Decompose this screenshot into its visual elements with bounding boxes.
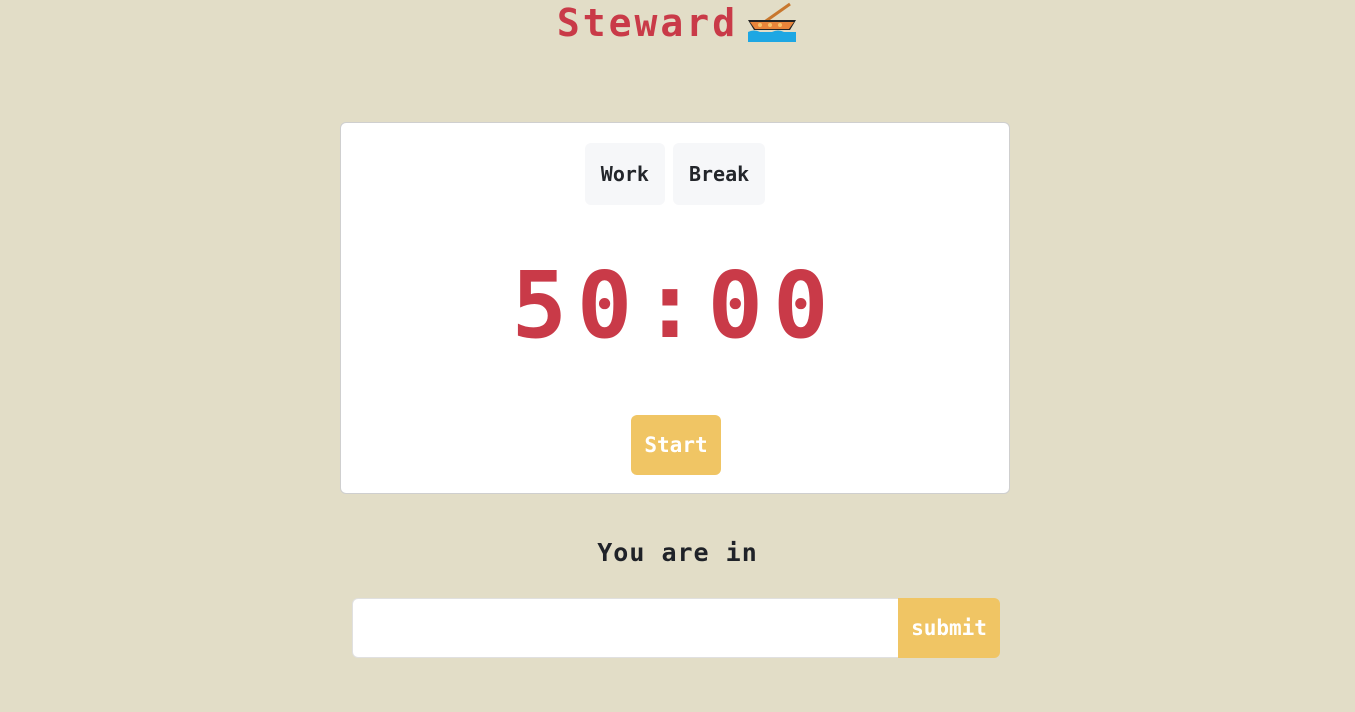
timer-display: 50:00 [511,252,839,359]
mode-tabs: Work Break [341,143,1009,205]
tab-break[interactable]: Break [672,143,766,205]
status-text: You are in [597,538,758,567]
timer-card: Work Break 50:00 Start [340,122,1010,494]
page: Steward Work Break 50:00 Start You are i… [0,0,1355,712]
rowboat-icon [746,2,798,42]
submit-button[interactable]: submit [898,598,1000,658]
tab-work[interactable]: Work [584,143,665,205]
input-form: submit [352,598,1000,658]
text-input[interactable] [352,598,898,658]
app-title: Steward [0,0,1355,46]
app-title-text: Steward [556,1,739,45]
start-button[interactable]: Start [631,415,721,475]
